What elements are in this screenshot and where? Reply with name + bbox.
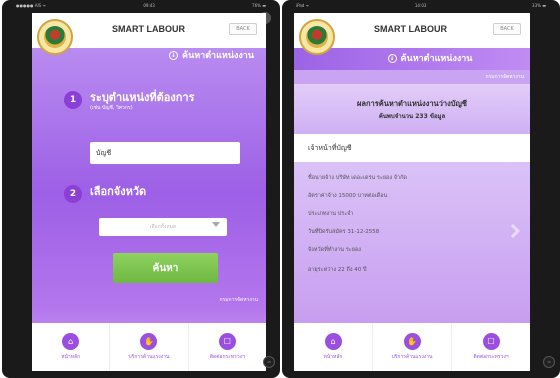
phone-icon: ☐ [218,333,236,350]
result-count: ค้นพบจำนวน 233 ข้อมูล [378,113,446,120]
job-closing-date: วันที่ปิดรับสมัคร 31-12-2558 [308,229,380,235]
ministry-logo-icon [37,19,73,55]
status-carrier: iPad ᯤ [296,3,310,8]
result-title: ผลการค้นหาตำแหน่งงานว่างบัญชี [356,99,468,108]
status-battery: 76% ▬ [252,3,266,8]
step-1-badge: 1 [64,91,82,109]
result-summary: ผลการค้นหาตำแหน่งงานว่างบัญชี ค้นพบจำนวน… [294,84,530,134]
job-card[interactable]: ชื่อนายจ้าง บริษัท เดอะเดรน ระยอง จำกัด … [294,162,530,323]
job-employer: ชื่อนายจ้าง บริษัท เดอะเดรน ระยอง จำกัด [308,175,407,181]
nav-contact[interactable]: ☐ ติดต่อกระทรวงฯ [452,323,530,371]
step-2-title: เลือกจังหวัด [90,185,147,198]
nav-home[interactable]: ⌂ หน้าหลัก [32,323,111,371]
home-icon: ⌂ [324,333,342,350]
job-province: จังหวัดที่ทำงาน ระยอง [308,247,361,253]
app-screen: SMART LABOUR BACK ↓ ค้นหาตำแหน่งงาน 1 ระบ… [32,13,266,371]
bottom-nav: ⌂ หน้าหลัก ✋ บริการด้านแรงงาน ☐ ติดต่อกร… [294,323,530,371]
search-button[interactable]: ค้นหา [113,253,218,283]
nav-labour-services[interactable]: ✋ บริการด้านแรงงาน [110,323,189,371]
nav-contact-label: ติดต่อกระทรวงฯ [473,354,509,360]
tablet-search-screen: ●●●●● AIS ᯤ 09:43 76% ▬ SMART LABOUR BAC… [2,0,280,378]
nav-contact-label: ติดต่อกระทรวงฯ [209,354,245,360]
job-type: ประเภทงาน ประจำ [308,211,354,217]
job-age-range: อายุระหว่าง 22 ถึง 40 ปี [308,267,367,273]
section-heading-label: ค้นหาตำแหน่งงาน [182,51,254,61]
back-button[interactable]: BACK [493,23,521,35]
status-carrier: ●●●●● AIS ᯤ [16,3,47,8]
nav-labour-services-label: บริการด้านแรงงาน [128,354,170,360]
chevron-down-icon [212,222,220,227]
job-salary: อัตราค่าจ้าง 15000 บาทต่อเดือน [308,193,388,199]
section-heading: ↓ ค้นหาตำแหน่งงาน [32,48,266,64]
nav-home-label: หน้าหลัก [61,354,81,360]
thumbs-up-icon: ✋ [403,333,421,350]
tablet-results-screen: iPad ᯤ 14:03 33% ▬ SMART LABOUR BACK ↓ ค้… [282,0,560,378]
back-button[interactable]: BACK [229,23,257,35]
nav-home-label: หน้าหลัก [323,354,343,360]
department-strip: กรมการจัดหางาน [294,70,530,84]
nav-contact[interactable]: ☐ ติดต่อกระทรวงฯ [189,323,266,371]
arrow-down-circle-icon: ↓ [387,54,397,63]
section-heading-label: ค้นหาตำแหน่งงาน [400,54,473,64]
app-title: SMART LABOUR [112,24,185,34]
province-select-value: เลือกทั้งหมด [149,224,177,230]
phone-icon: ☐ [482,333,500,350]
home-icon: ⌂ [62,333,80,350]
department-link[interactable]: กรมการจัดหางาน [220,296,258,304]
position-input[interactable]: บัญชี [90,142,240,164]
status-time: 09:43 [143,3,155,8]
thumbs-up-icon: ✋ [140,333,158,350]
chevron-right-icon[interactable] [505,223,521,239]
nav-home[interactable]: ⌂ หน้าหลัก [294,323,373,371]
ministry-logo-icon [299,19,335,55]
bottom-nav: ⌂ หน้าหลัก ✋ บริการด้านแรงงาน ☐ ติดต่อกร… [32,323,266,371]
section-heading: ↓ ค้นหาตำแหน่งงาน [294,48,530,70]
nav-labour-services[interactable]: ✋ บริการด้านแรงงาน [373,323,452,371]
job-title[interactable]: เจ้าหน้าที่บัญชี [294,134,530,162]
device-home-button[interactable]: 15 [263,356,275,368]
department-label: กรมการจัดหางาน [485,74,524,80]
nav-labour-services-label: บริการด้านแรงงาน [391,354,433,360]
app-screen: SMART LABOUR BACK ↓ ค้นหาตำแหน่งงาน กรมกา… [294,13,530,371]
province-select[interactable]: เลือกทั้งหมด [99,218,227,236]
arrow-down-circle-icon: ↓ [169,51,179,60]
status-bar: ●●●●● AIS ᯤ 09:43 76% ▬ [2,3,280,11]
device-home-button[interactable]: 15 [543,356,555,368]
app-title: SMART LABOUR [374,24,447,34]
status-time: 14:03 [414,3,427,8]
step-1-hint: (เช่น บัญชี, วิศวกร) [90,105,133,111]
step-2-badge: 2 [64,185,82,203]
status-bar: iPad ᯤ 14:03 33% ▬ [282,3,560,11]
status-battery: 33% ▬ [532,3,546,8]
